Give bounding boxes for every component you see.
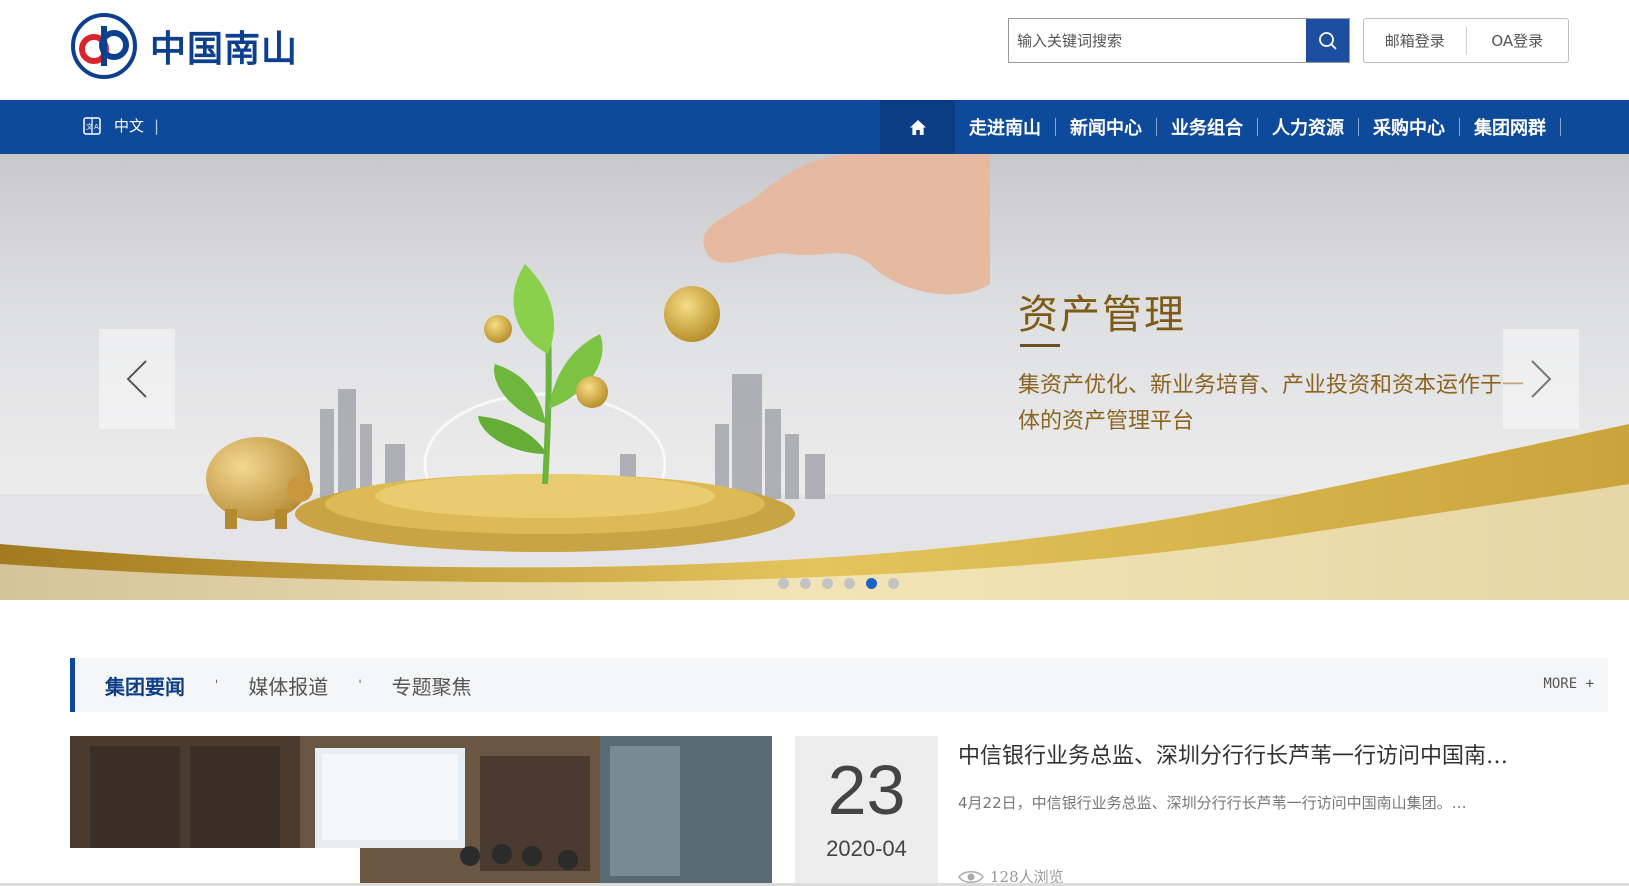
banner-prev-button[interactable]	[99, 329, 175, 429]
banner-next-button[interactable]	[1503, 329, 1579, 429]
nav-item-label: 集团网群	[1474, 118, 1546, 139]
nav-item-news[interactable]: 新闻中心	[1056, 100, 1157, 154]
logo-wordmark: 中国南山	[150, 29, 299, 70]
nav-item-label: 走进南山	[969, 118, 1041, 139]
nav-item-business[interactable]: 业务组合	[1157, 100, 1258, 154]
oa-login-link[interactable]: OA登录	[1467, 30, 1569, 51]
banner-title: 资产管理	[1018, 292, 1186, 338]
language-separator: |	[154, 116, 160, 135]
nav-item-hr[interactable]: 人力资源	[1258, 100, 1359, 154]
nav-item-label: 人力资源	[1272, 118, 1344, 139]
chevron-right-icon	[1531, 360, 1552, 398]
mail-login-link[interactable]: 邮箱登录	[1364, 30, 1466, 51]
banner-dot[interactable]	[844, 578, 855, 589]
news-tab-bar: 集团要闻 ˈ 媒体报道 ˈ 专题聚焦 MORE +	[70, 658, 1608, 712]
svg-text:A: A	[94, 123, 99, 131]
svg-text:文: 文	[86, 122, 93, 131]
nav-item-label: 业务组合	[1171, 118, 1243, 139]
tab-media-reports[interactable]: 媒体报道	[218, 671, 358, 700]
home-icon	[909, 119, 926, 135]
site-header: 中国南山 邮箱登录 OA登录	[0, 0, 1629, 100]
nav-item-label: 采购中心	[1373, 118, 1445, 139]
search-icon	[1318, 31, 1337, 50]
news-photo[interactable]	[70, 736, 772, 886]
news-date-day: 23	[827, 751, 906, 829]
news-date-year-month: 2020-04	[826, 836, 907, 861]
search-button[interactable]	[1306, 19, 1349, 62]
main-nav: 文 A 中文 | 走进南山 新闻中心 业务组合 人力资源 采购中心 集团网群	[0, 100, 1629, 154]
banner-pagination	[778, 578, 910, 589]
search-box	[1008, 18, 1350, 63]
divider	[1560, 118, 1561, 136]
chevron-left-icon	[126, 360, 147, 398]
banner-title-underline	[1020, 344, 1060, 347]
language-switch[interactable]: 文 A 中文 |	[82, 115, 159, 136]
banner-dot[interactable]	[888, 578, 899, 589]
nanshan-logo-icon	[71, 13, 137, 79]
more-link[interactable]: MORE +	[1543, 676, 1594, 692]
site-logo[interactable]: 中国南山	[70, 12, 298, 80]
nav-item-procurement[interactable]: 采购中心	[1359, 100, 1460, 154]
search-input[interactable]	[1009, 19, 1306, 62]
news-summary: 4月22日，中信银行业务总监、深圳分行行长芦苇一行访问中国南山集团。…	[958, 794, 1467, 812]
tab-special-topics[interactable]: 专题聚焦	[362, 671, 502, 700]
hero-banner: 资产管理 集资产优化、新业务培育、产业投资和资本运作于一体的资产管理平台	[0, 154, 1629, 600]
login-links: 邮箱登录 OA登录	[1363, 18, 1569, 63]
banner-dot-active[interactable]	[866, 578, 877, 589]
banner-description: 集资产优化、新业务培育、产业投资和资本运作于一体的资产管理平台	[1018, 373, 1525, 434]
nav-item-label: 新闻中心	[1070, 118, 1142, 139]
news-date: 23 2020-04	[795, 736, 938, 886]
tab-group-news[interactable]: 集团要闻	[75, 671, 215, 700]
banner-dot[interactable]	[822, 578, 833, 589]
language-icon: 文 A	[83, 116, 101, 135]
news-photo-image	[70, 736, 772, 886]
nav-home-button[interactable]	[880, 100, 955, 154]
news-title-link[interactable]: 中信银行业务总监、深圳分行行长芦苇一行访问中国南…	[958, 738, 1548, 770]
nav-menu: 走进南山 新闻中心 业务组合 人力资源 采购中心 集团网群	[955, 100, 1561, 154]
banner-dot[interactable]	[800, 578, 811, 589]
banner-dot[interactable]	[778, 578, 789, 589]
nav-item-group-sites[interactable]: 集团网群	[1460, 100, 1561, 154]
language-label: 中文	[114, 117, 145, 135]
nav-item-about[interactable]: 走进南山	[955, 100, 1056, 154]
